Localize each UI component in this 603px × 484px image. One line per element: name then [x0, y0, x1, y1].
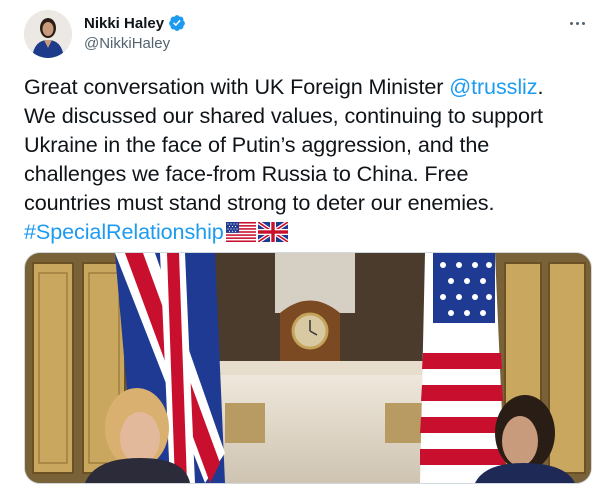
photo-scene: [25, 253, 591, 483]
hashtag-link[interactable]: #SpecialRelationship: [24, 219, 224, 244]
tweet-line-2: We discussed our shared values, continui…: [24, 103, 543, 128]
handle[interactable]: @NikkiHaley: [84, 35, 170, 52]
us-flag-icon: [225, 222, 256, 242]
tweet-header: Nikki Haley @NikkiHaley: [0, 0, 603, 62]
verified-badge-icon: [169, 15, 185, 31]
mention-link[interactable]: @trussliz: [449, 74, 537, 99]
tweet-line-4: challenges we face-from Russia to China.…: [24, 161, 469, 186]
tweet-line-5: countries must stand strong to deter our…: [24, 190, 495, 215]
tweet-photo[interactable]: [24, 252, 592, 484]
uk-flag-icon: [256, 220, 289, 244]
display-name[interactable]: Nikki Haley: [84, 15, 164, 32]
tweet-text: Great conversation with UK Foreign Minis…: [24, 72, 594, 249]
more-options-icon[interactable]: [563, 12, 591, 34]
avatar[interactable]: [24, 10, 72, 58]
tweet-line-3: Ukraine in the face of Putin’s aggressio…: [24, 132, 490, 157]
emoji-flags: [224, 220, 289, 249]
tweet-line-1: Great conversation with UK Foreign Minis…: [24, 74, 450, 99]
